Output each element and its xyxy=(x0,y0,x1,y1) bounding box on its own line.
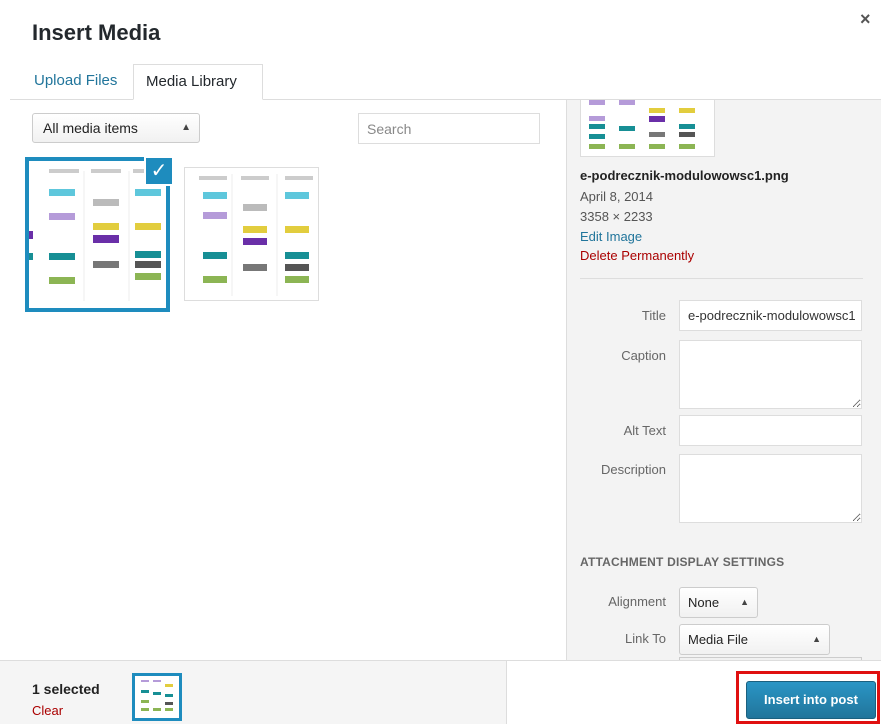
description-field[interactable] xyxy=(679,454,862,523)
diagram-image-icon xyxy=(141,680,173,711)
link-to-label: Link To xyxy=(625,631,666,646)
attachment-date: April 8, 2014 xyxy=(580,189,653,204)
alt-text-field[interactable] xyxy=(679,415,862,446)
selection-thumbnail[interactable] xyxy=(132,673,182,721)
select-arrows-icon: ▲ xyxy=(740,597,749,607)
media-filter-value: All media items xyxy=(43,120,138,136)
insert-into-post-button[interactable]: Insert into post xyxy=(746,681,876,719)
clear-selection-link[interactable]: Clear xyxy=(32,703,63,718)
selection-count: 1 selected xyxy=(32,681,100,697)
alignment-select[interactable]: None ▲ xyxy=(679,587,758,618)
attachment-dimensions: 3358 × 2233 xyxy=(580,209,653,224)
attachment-thumbnail[interactable] xyxy=(184,167,319,301)
alignment-value: None xyxy=(688,595,720,610)
caption-field[interactable] xyxy=(679,340,862,409)
title-field[interactable]: e-podrecznik-modulowowsc1 xyxy=(679,300,862,331)
modal-title: Insert Media xyxy=(32,20,161,45)
alt-text-label: Alt Text xyxy=(623,423,666,438)
diagram-image-icon xyxy=(185,168,318,300)
tab-media-library[interactable]: Media Library xyxy=(133,64,263,100)
details-divider xyxy=(580,278,863,279)
link-to-select[interactable]: Media File ▲ xyxy=(679,624,830,655)
select-arrows-icon: ▲ xyxy=(812,634,821,644)
title-label: Title xyxy=(641,308,666,323)
close-icon[interactable]: × xyxy=(860,10,871,28)
details-thumbnail xyxy=(580,100,715,157)
select-arrows-icon: ▲ xyxy=(181,122,191,133)
attachment-filename: e-podrecznik-modulowowsc1.png xyxy=(580,168,789,183)
tab-upload-files[interactable]: Upload Files xyxy=(22,64,129,100)
diagram-image-icon xyxy=(589,100,695,149)
modal-left-edge xyxy=(0,0,10,724)
checkmark-icon[interactable]: ✓ xyxy=(144,156,174,186)
search-input[interactable] xyxy=(358,113,540,144)
caption-label: Caption xyxy=(621,348,666,363)
edit-image-link[interactable]: Edit Image xyxy=(580,229,642,244)
media-filter-select[interactable]: All media items ▲ xyxy=(32,113,200,143)
link-to-value: Media File xyxy=(688,632,748,647)
delete-permanently-link[interactable]: Delete Permanently xyxy=(580,248,694,263)
description-label: Description xyxy=(600,462,666,477)
alignment-label: Alignment xyxy=(608,594,666,609)
display-settings-heading: ATTACHMENT DISPLAY SETTINGS xyxy=(580,555,785,569)
